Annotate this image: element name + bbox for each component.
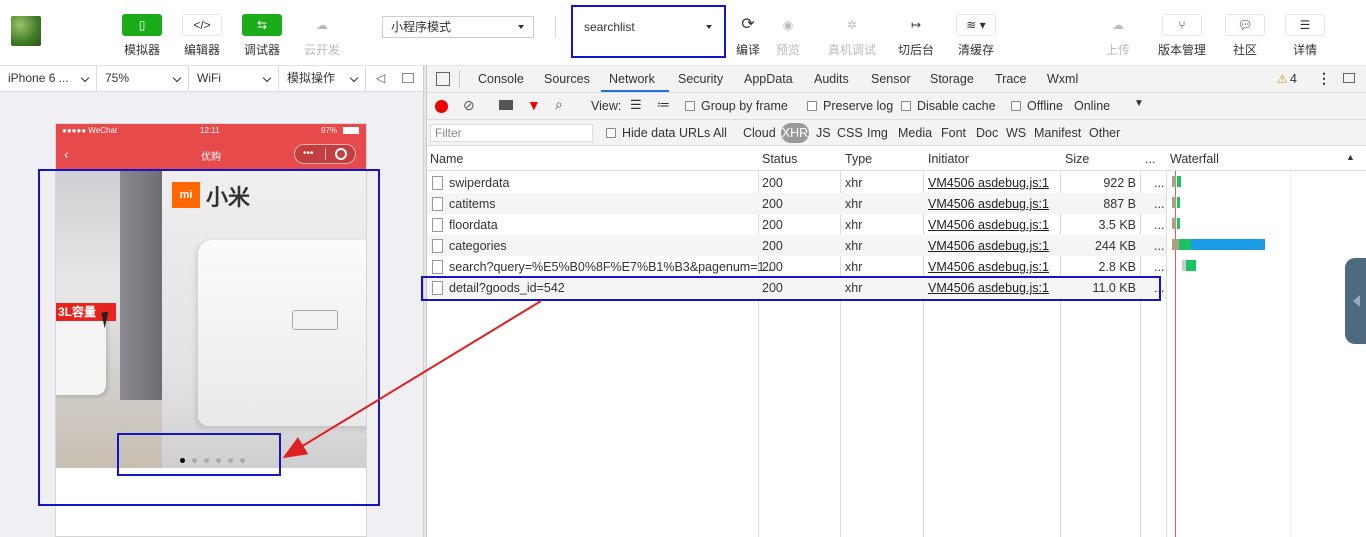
annotation-arrow <box>282 300 542 459</box>
